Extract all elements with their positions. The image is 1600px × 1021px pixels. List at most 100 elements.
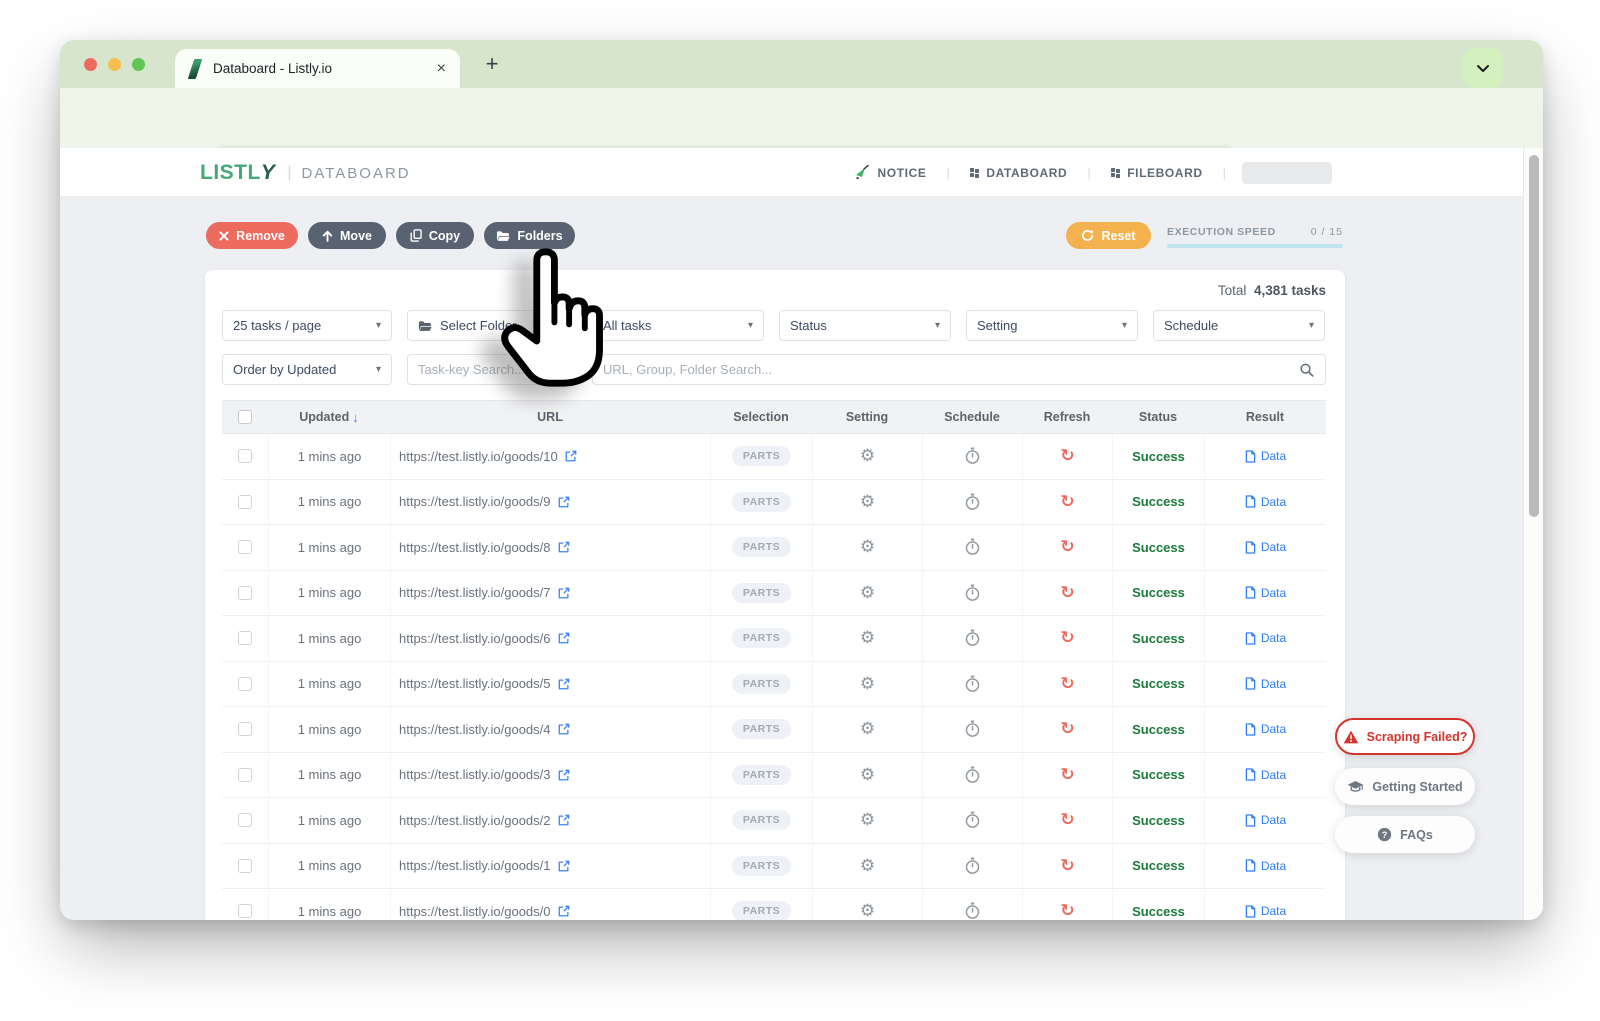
schedule-clock-icon[interactable] (964, 766, 981, 784)
close-window-button[interactable] (84, 58, 97, 71)
table-row[interactable]: 1 mins ago https://test.listly.io/goods/… (222, 844, 1326, 890)
refresh-icon[interactable]: ↻ (1060, 901, 1074, 920)
url-link[interactable]: https://test.listly.io/goods/9 (399, 494, 551, 509)
listly-logo[interactable]: LISTLY | DATABOARD (200, 161, 411, 185)
search-icon[interactable] (1299, 362, 1315, 378)
data-link[interactable]: Data (1245, 495, 1286, 509)
external-link-icon[interactable] (558, 769, 570, 781)
url-link[interactable]: https://test.listly.io/goods/6 (399, 631, 551, 646)
refresh-icon[interactable]: ↻ (1060, 810, 1074, 830)
refresh-icon[interactable]: ↻ (1060, 719, 1074, 739)
status-select[interactable]: Status ▾ (779, 310, 951, 341)
data-link[interactable]: Data (1245, 722, 1286, 736)
refresh-icon[interactable]: ↻ (1060, 583, 1074, 603)
external-link-icon[interactable] (558, 814, 570, 826)
row-checkbox[interactable] (238, 813, 252, 827)
url-link[interactable]: https://test.listly.io/goods/0 (399, 904, 551, 919)
schedule-clock-icon[interactable] (964, 584, 981, 602)
url-link[interactable]: https://test.listly.io/goods/4 (399, 722, 551, 737)
schedule-clock-icon[interactable] (964, 720, 981, 738)
schedule-clock-icon[interactable] (964, 902, 981, 920)
table-row[interactable]: 1 mins ago https://test.listly.io/goods/… (222, 525, 1326, 571)
external-link-icon[interactable] (558, 860, 570, 872)
scrollbar-thumb[interactable] (1529, 155, 1539, 517)
external-link-icon[interactable] (558, 678, 570, 690)
page-size-select[interactable]: 25 tasks / page ▾ (222, 310, 392, 341)
schedule-clock-icon[interactable] (964, 447, 981, 465)
data-link[interactable]: Data (1245, 631, 1286, 645)
refresh-icon[interactable]: ↻ (1060, 628, 1074, 648)
refresh-icon[interactable]: ↻ (1060, 446, 1074, 466)
external-link-icon[interactable] (558, 541, 570, 553)
setting-gear-icon[interactable]: ⚙ (860, 719, 875, 739)
schedule-clock-icon[interactable] (964, 493, 981, 511)
setting-gear-icon[interactable]: ⚙ (860, 537, 875, 557)
setting-gear-icon[interactable]: ⚙ (860, 583, 875, 603)
setting-select[interactable]: Setting ▾ (966, 310, 1138, 341)
maximize-window-button[interactable] (132, 58, 145, 71)
main-search-input[interactable] (603, 362, 1299, 377)
row-checkbox[interactable] (238, 586, 252, 600)
schedule-clock-icon[interactable] (964, 675, 981, 693)
external-link-icon[interactable] (558, 905, 570, 917)
nav-item-fileboard[interactable]: FILEBOARD (1107, 166, 1207, 180)
table-row[interactable]: 1 mins ago https://test.listly.io/goods/… (222, 434, 1326, 480)
remove-button[interactable]: Remove (206, 222, 298, 249)
col-updated[interactable]: Updated↓ (268, 401, 390, 433)
row-checkbox[interactable] (238, 631, 252, 645)
data-link[interactable]: Data (1245, 768, 1286, 782)
row-checkbox[interactable] (238, 722, 252, 736)
main-search-field[interactable] (592, 354, 1326, 385)
table-row[interactable]: 1 mins ago https://test.listly.io/goods/… (222, 707, 1326, 753)
schedule-clock-icon[interactable] (964, 811, 981, 829)
copy-button[interactable]: Copy (396, 222, 474, 249)
url-link[interactable]: https://test.listly.io/goods/5 (399, 676, 551, 691)
data-link[interactable]: Data (1245, 677, 1286, 691)
setting-gear-icon[interactable]: ⚙ (860, 492, 875, 512)
new-tab-button[interactable]: + (478, 50, 506, 78)
url-link[interactable]: https://test.listly.io/goods/1 (399, 858, 551, 873)
refresh-icon[interactable]: ↻ (1060, 856, 1074, 876)
url-link[interactable]: https://test.listly.io/goods/7 (399, 585, 551, 600)
refresh-icon[interactable]: ↻ (1060, 674, 1074, 694)
data-link[interactable]: Data (1245, 813, 1286, 827)
data-link[interactable]: Data (1245, 904, 1286, 918)
setting-gear-icon[interactable]: ⚙ (860, 765, 875, 785)
external-link-icon[interactable] (558, 496, 570, 508)
external-link-icon[interactable] (565, 450, 577, 462)
schedule-clock-icon[interactable] (964, 629, 981, 647)
table-row[interactable]: 1 mins ago https://test.listly.io/goods/… (222, 571, 1326, 617)
close-tab-icon[interactable]: × (435, 60, 448, 78)
row-checkbox[interactable] (238, 904, 252, 918)
table-row[interactable]: 1 mins ago https://test.listly.io/goods/… (222, 798, 1326, 844)
table-row[interactable]: 1 mins ago https://test.listly.io/goods/… (222, 889, 1326, 920)
setting-gear-icon[interactable]: ⚙ (860, 810, 875, 830)
nav-item-databoard[interactable]: DATABOARD (966, 166, 1071, 180)
user-account-pill[interactable] (1242, 162, 1332, 184)
data-link[interactable]: Data (1245, 540, 1286, 554)
row-checkbox[interactable] (238, 677, 252, 691)
url-link[interactable]: https://test.listly.io/goods/3 (399, 767, 551, 782)
task-scope-select[interactable]: All tasks ▾ (592, 310, 764, 341)
setting-gear-icon[interactable]: ⚙ (860, 901, 875, 920)
external-link-icon[interactable] (558, 632, 570, 644)
url-link[interactable]: https://test.listly.io/goods/2 (399, 813, 551, 828)
setting-gear-icon[interactable]: ⚙ (860, 628, 875, 648)
browser-tab[interactable]: Databoard - Listly.io × (175, 49, 460, 88)
refresh-icon[interactable]: ↻ (1060, 537, 1074, 557)
schedule-select[interactable]: Schedule ▾ (1153, 310, 1325, 341)
external-link-icon[interactable] (558, 587, 570, 599)
nav-item-notice[interactable]: NOTICE (851, 165, 931, 180)
external-link-icon[interactable] (558, 723, 570, 735)
data-link[interactable]: Data (1245, 859, 1286, 873)
move-button[interactable]: Move (308, 222, 386, 249)
setting-gear-icon[interactable]: ⚙ (860, 674, 875, 694)
row-checkbox[interactable] (238, 540, 252, 554)
table-row[interactable]: 1 mins ago https://test.listly.io/goods/… (222, 616, 1326, 662)
reset-button[interactable]: Reset (1066, 222, 1151, 249)
refresh-icon[interactable]: ↻ (1060, 492, 1074, 512)
url-link[interactable]: https://test.listly.io/goods/10 (399, 449, 558, 464)
order-by-select[interactable]: Order by Updated ▾ (222, 354, 392, 385)
getting-started-button[interactable]: Getting Started (1335, 768, 1475, 805)
table-row[interactable]: 1 mins ago https://test.listly.io/goods/… (222, 480, 1326, 526)
